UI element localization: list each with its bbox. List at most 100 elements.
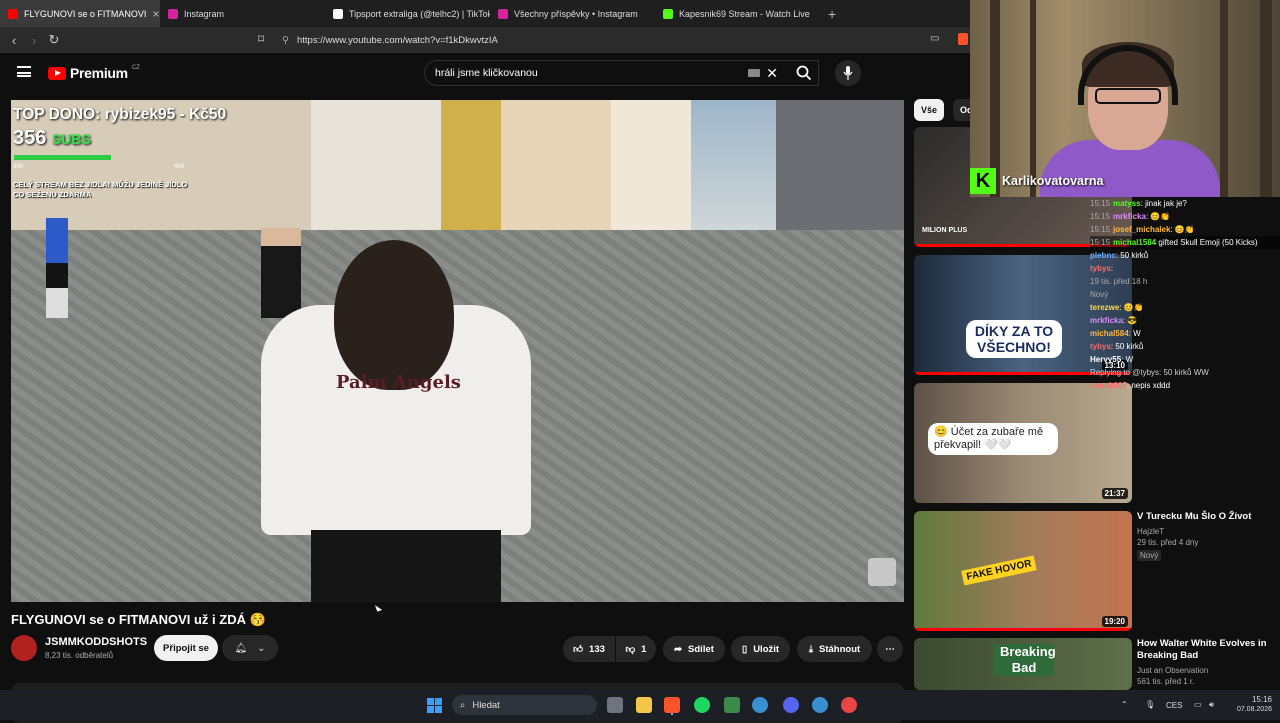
instagram-favicon-icon	[498, 8, 508, 19]
reload-icon[interactable]: ↻	[44, 32, 64, 48]
chat-reply: Replying to @tybys: 50 kirků WW	[1090, 368, 1209, 377]
tab-youtube[interactable]: FLYGUNOVI se o FITMANOVI ×	[0, 0, 160, 27]
thumbs-down-icon: 👎︎	[625, 644, 636, 655]
video-building	[501, 100, 611, 248]
tab-instagram-posts[interactable]: Všechny příspěvky • Instagram	[490, 0, 655, 27]
youtube-page: Premium CZ hráli jsme kličkovanou ✕ Palm…	[0, 53, 970, 723]
more-icon: ⋯	[885, 643, 895, 655]
chip-all[interactable]: Vše	[914, 99, 945, 121]
recommended-channel: HajzleT	[1137, 527, 1165, 536]
spotify-icon[interactable]	[694, 697, 710, 713]
brave-shield-icon[interactable]	[958, 33, 968, 45]
recommended-info[interactable]: How Walter White Evolves in Breaking Bad…	[1137, 638, 1277, 687]
new-badge: Nový	[1137, 550, 1162, 561]
network-icon[interactable]: ▭	[1194, 700, 1202, 709]
app-icon[interactable]	[841, 697, 857, 713]
video-building	[776, 100, 904, 248]
clock-date: 07.08.2026	[1236, 706, 1272, 713]
top-donor-overlay: TOP DONO: rybizek95 - Kč50	[13, 106, 227, 123]
discord-icon[interactable]	[783, 697, 799, 713]
browser-tab-bar: FLYGUNOVI se o FITMANOVI × Instagram Tip…	[0, 0, 970, 27]
subs-count: 356	[13, 127, 47, 149]
recommended-thumbnail[interactable]: Breaking Bad	[914, 638, 1132, 690]
chat-message: plebnc: 50 kirků	[1090, 251, 1149, 260]
chip-from[interactable]: Od	[953, 99, 970, 121]
download-button[interactable]: ⤓ Stáhnout	[797, 636, 872, 662]
join-button[interactable]: Připojit se	[154, 635, 218, 661]
recommended-title: V Turecku Mu Šlo O Život	[1137, 511, 1252, 522]
search-button[interactable]	[788, 60, 820, 86]
save-button[interactable]: ▯ Uložit	[731, 636, 790, 662]
like-count: 133	[589, 643, 605, 655]
clear-search-icon[interactable]: ✕	[766, 65, 778, 82]
search-icon	[796, 65, 812, 81]
taskbar-search[interactable]: ⌕ Hledat	[452, 695, 597, 715]
video-person	[46, 218, 68, 318]
tab-tiktok[interactable]: Tipsport extraliga (@telhc2) | TikTok	[325, 0, 490, 27]
kick-favicon-icon	[663, 8, 673, 19]
youtube-play-icon	[48, 66, 66, 80]
tab-instagram[interactable]: Instagram	[160, 0, 325, 27]
channel-subscribers: 8,23 tis. odběratelů	[45, 651, 114, 660]
forward-icon[interactable]: ›	[24, 33, 44, 48]
bookmark-icon[interactable]: ⌑	[258, 32, 264, 46]
tab-kick[interactable]: Kapesnik69 Stream - Watch Live	[655, 0, 820, 27]
recommended-info[interactable]: V Turecku Mu Šlo O Život HajzleT 29 tis.…	[1137, 511, 1277, 561]
stream-note-overlay: CELÝ STREAM BEZ JIDLA! MŮŽU JEDINĚ JÍDLO…	[13, 180, 188, 199]
volume-icon[interactable]: 🔊︎	[1209, 700, 1214, 710]
recommended-thumbnail[interactable]: FAKE HOVOR 19:20	[914, 511, 1132, 631]
chat-message: tybys: 50 kirků	[1090, 342, 1144, 351]
share-button[interactable]: ➦ Sdílet	[663, 636, 725, 662]
clock-time: 15:16	[1251, 695, 1272, 704]
chat-overlap-text: Nový	[1090, 290, 1109, 299]
voice-search-button[interactable]	[835, 60, 861, 86]
close-tab-icon[interactable]: ×	[152, 7, 159, 21]
notifications-button[interactable]: 🔔︎ ⌄	[222, 635, 278, 661]
task-view-icon[interactable]	[607, 697, 623, 713]
channel-avatar[interactable]	[11, 635, 37, 661]
chat-gift-message: 15:15 michal1584 gifted Skull Emoji (50 K…	[1090, 236, 1280, 249]
chat-message: terezwe: 😊👏	[1090, 303, 1144, 312]
language-indicator[interactable]: CES	[1166, 701, 1182, 710]
tiktok-favicon-icon	[333, 8, 343, 19]
brave-browser-icon[interactable]	[664, 697, 680, 713]
windows-taskbar: ⌕ Hledat ⌃ 🎙︎ CES ▭ 🔊︎ 15:16 07.08.2026	[0, 690, 1280, 720]
clock[interactable]: 15:16 07.08.2026	[1232, 695, 1272, 715]
address-bar-row: ‹ › ↻ ⌑ ⚲ https://www.youtube.com/watch?…	[0, 27, 970, 53]
windows-start-icon[interactable]	[427, 698, 442, 713]
url-field[interactable]: ⚲ https://www.youtube.com/watch?v=f1kDkw…	[282, 31, 932, 49]
app-icon[interactable]	[724, 697, 740, 713]
file-explorer-icon[interactable]	[636, 697, 652, 713]
cast-icon[interactable]: ▭	[930, 33, 939, 44]
tray-chevron-icon[interactable]: ⌃	[1121, 700, 1128, 709]
chevron-down-icon: ⌄	[257, 642, 266, 654]
back-icon[interactable]: ‹	[4, 33, 24, 48]
microphone-icon	[843, 66, 853, 80]
dislike-button[interactable]: 👎︎ 1	[616, 636, 656, 662]
site-info-icon[interactable]: ⚲	[282, 35, 289, 46]
video-building	[311, 100, 441, 248]
app-icon[interactable]	[752, 697, 768, 713]
more-actions-button[interactable]: ⋯	[877, 636, 903, 662]
chat-message: 15:15 josef_michalek: 😊👏	[1090, 225, 1195, 234]
thumbnail-caption: FAKE HOVOR	[961, 555, 1037, 586]
video-main-person: Palm Angels	[256, 240, 536, 602]
dislike-count: 1	[641, 643, 647, 655]
bell-icon: 🔔︎	[234, 642, 248, 654]
channel-name[interactable]: JSMMKODDSHOTS	[45, 636, 147, 648]
menu-icon[interactable]	[17, 66, 31, 77]
microphone-icon[interactable]: 🎙︎	[1145, 700, 1155, 709]
download-label: Stáhnout	[819, 643, 861, 655]
video-player[interactable]: Palm Angels TOP DONO: rybizek95 - Kč50 3…	[11, 100, 904, 602]
app-icon[interactable]	[812, 697, 828, 713]
search-input[interactable]: hráli jsme kličkovanou ✕	[424, 60, 819, 86]
progress-start: 300	[13, 164, 24, 170]
youtube-premium-logo[interactable]: Premium CZ	[48, 65, 140, 81]
keyboard-icon[interactable]	[748, 69, 760, 77]
youtube-favicon-icon	[8, 8, 18, 19]
video-duration: 19:20	[1101, 616, 1128, 627]
channel-watermark[interactable]	[868, 558, 896, 586]
chat-message: mrkficka: 😎	[1090, 316, 1138, 325]
like-button[interactable]: 👍︎ 133	[563, 636, 615, 662]
new-tab-button[interactable]: +	[828, 6, 836, 22]
